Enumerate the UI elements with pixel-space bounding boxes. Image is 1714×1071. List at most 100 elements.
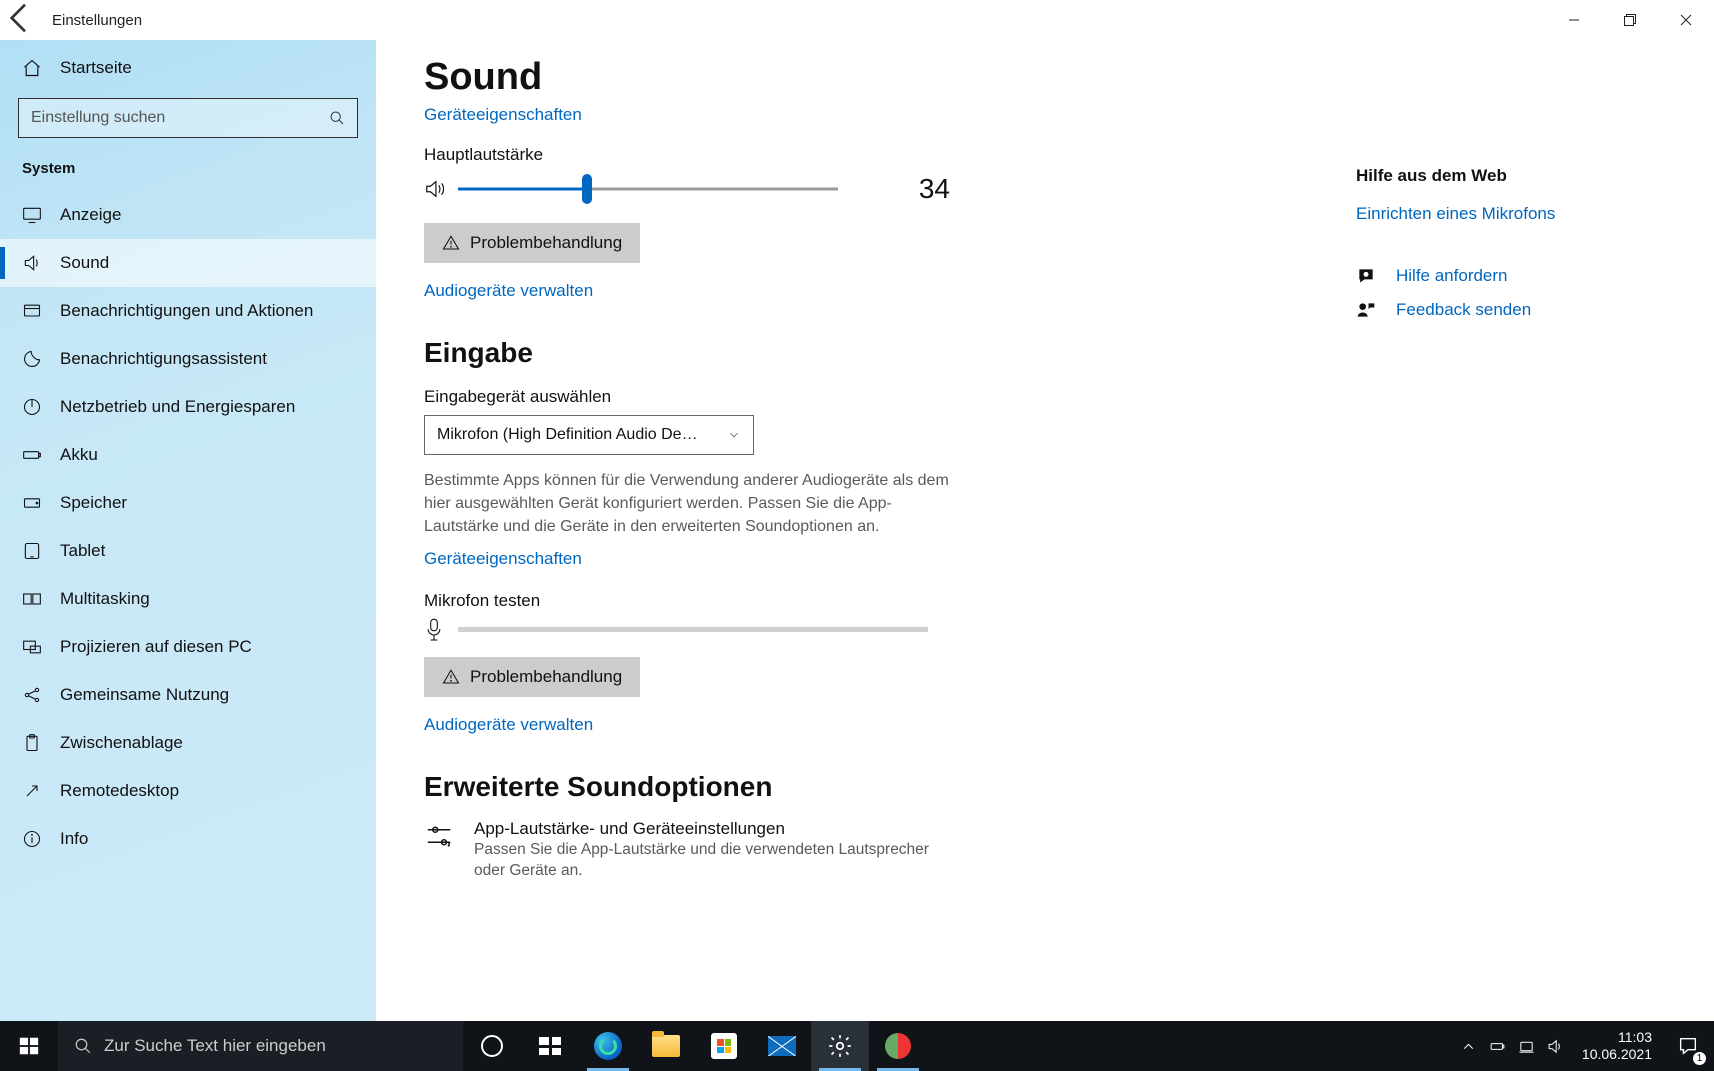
close-button[interactable] xyxy=(1658,0,1714,40)
sidebar-item-zwischenablage[interactable]: Zwischenablage xyxy=(0,719,376,767)
sidebar-search[interactable] xyxy=(18,98,358,138)
input-device-properties-link[interactable]: Geräteeigenschaften xyxy=(424,549,582,569)
edge-icon xyxy=(594,1032,622,1060)
input-description: Bestimmte Apps können für die Verwendung… xyxy=(424,469,954,539)
input-troubleshoot-button[interactable]: Problembehandlung xyxy=(424,657,640,697)
start-button[interactable] xyxy=(0,1021,58,1071)
sidebar-item-label: Akku xyxy=(60,445,98,465)
sidebar-item-benachrichtigungen[interactable]: Benachrichtigungen und Aktionen xyxy=(0,287,376,335)
info-icon xyxy=(22,829,42,849)
sidebar-item-akku[interactable]: Akku xyxy=(0,431,376,479)
window-title: Einstellungen xyxy=(40,12,142,29)
sidebar-item-multitasking[interactable]: Multitasking xyxy=(0,575,376,623)
titlebar: Einstellungen xyxy=(0,0,1714,40)
sidebar: Startseite System Anzeige Sound Benachri… xyxy=(0,40,376,1021)
sidebar-item-projizieren[interactable]: Projizieren auf diesen PC xyxy=(0,623,376,671)
sidebar-item-benachrichtigungsassistent[interactable]: Benachrichtigungsassistent xyxy=(0,335,376,383)
chevron-up-icon xyxy=(1460,1038,1477,1055)
sidebar-item-speicher[interactable]: Speicher xyxy=(0,479,376,527)
input-heading: Eingabe xyxy=(424,337,1666,369)
taskbar-app-mail[interactable] xyxy=(753,1021,811,1071)
cortana-icon xyxy=(481,1035,503,1057)
manage-input-devices-link[interactable]: Audiogeräte verwalten xyxy=(424,715,593,735)
battery-icon xyxy=(22,445,42,465)
storage-icon xyxy=(22,493,42,513)
taskbar-app-store[interactable] xyxy=(695,1021,753,1071)
master-volume-value: 34 xyxy=(910,173,950,205)
minimize-button[interactable] xyxy=(1546,0,1602,40)
windows-icon xyxy=(18,1035,40,1057)
ccleaner-icon xyxy=(885,1033,911,1059)
multitasking-icon xyxy=(22,589,42,609)
mic-test-label: Mikrofon testen xyxy=(424,591,1666,611)
manage-output-devices-link[interactable]: Audiogeräte verwalten xyxy=(424,281,593,301)
input-device-select[interactable]: Mikrofon (High Definition Audio De… xyxy=(424,415,754,455)
get-help-icon xyxy=(1356,266,1376,286)
sidebar-item-label: Info xyxy=(60,829,88,849)
back-button[interactable] xyxy=(0,0,40,43)
sliders-icon xyxy=(424,821,454,851)
taskbar-app-ccleaner[interactable] xyxy=(869,1021,927,1071)
sidebar-item-label: Anzeige xyxy=(60,205,121,225)
tablet-icon xyxy=(22,541,42,561)
input-device-selected: Mikrofon (High Definition Audio De… xyxy=(437,426,698,444)
app-volume-settings-item[interactable]: App-Lautstärke- und Geräteeinstellungen … xyxy=(424,819,964,882)
taskbar-time: 11:03 xyxy=(1582,1029,1652,1046)
master-volume-slider[interactable] xyxy=(458,175,838,203)
task-view-button[interactable] xyxy=(521,1021,579,1071)
taskbar-search[interactable]: Zur Suche Text hier eingeben xyxy=(58,1021,463,1071)
search-icon xyxy=(74,1037,92,1055)
remote-icon xyxy=(22,781,42,801)
focus-assist-icon xyxy=(22,349,42,369)
device-properties-link[interactable]: Geräteeigenschaften xyxy=(424,105,582,125)
tray-network-icon xyxy=(1518,1038,1535,1055)
master-volume-label: Hauptlautstärke xyxy=(424,145,1666,165)
sidebar-home-label: Startseite xyxy=(60,58,132,78)
sidebar-item-label: Remotedesktop xyxy=(60,781,179,801)
taskbar-clock[interactable]: 11:03 10.06.2021 xyxy=(1572,1029,1662,1063)
get-help-link[interactable]: Hilfe anfordern xyxy=(1396,266,1508,286)
taskbar-app-settings[interactable] xyxy=(811,1021,869,1071)
taskbar-app-edge[interactable] xyxy=(579,1021,637,1071)
clipboard-icon xyxy=(22,733,42,753)
gear-icon xyxy=(827,1033,853,1059)
tray-volume-icon xyxy=(1547,1038,1564,1055)
project-icon xyxy=(22,637,42,657)
advanced-item-title: App-Lautstärke- und Geräteeinstellungen xyxy=(474,819,964,839)
sound-icon xyxy=(22,253,42,273)
taskbar-date: 10.06.2021 xyxy=(1582,1046,1652,1063)
web-help-heading: Hilfe aus dem Web xyxy=(1356,166,1666,186)
mic-level-bar xyxy=(458,627,928,632)
search-icon xyxy=(329,110,345,126)
taskbar: Zur Suche Text hier eingeben 11:03 10.06… xyxy=(0,1021,1714,1071)
sidebar-item-label: Benachrichtigungsassistent xyxy=(60,349,267,369)
sidebar-item-netzbetrieb[interactable]: Netzbetrieb und Energiesparen xyxy=(0,383,376,431)
help-column: Hilfe aus dem Web Einrichten eines Mikro… xyxy=(1356,166,1666,334)
output-troubleshoot-button[interactable]: Problembehandlung xyxy=(424,223,640,263)
sidebar-item-info[interactable]: Info xyxy=(0,815,376,863)
notifications-icon xyxy=(22,301,42,321)
system-tray[interactable] xyxy=(1452,1038,1572,1055)
sidebar-home[interactable]: Startseite xyxy=(0,40,376,88)
setup-microphone-link[interactable]: Einrichten eines Mikrofons xyxy=(1356,204,1666,224)
taskbar-search-placeholder: Zur Suche Text hier eingeben xyxy=(104,1036,326,1056)
sidebar-item-label: Multitasking xyxy=(60,589,150,609)
sidebar-item-remotedesktop[interactable]: Remotedesktop xyxy=(0,767,376,815)
sidebar-item-gemeinsame-nutzung[interactable]: Gemeinsame Nutzung xyxy=(0,671,376,719)
microphone-icon xyxy=(424,617,444,643)
feedback-icon xyxy=(1356,300,1376,320)
sidebar-search-input[interactable] xyxy=(31,109,329,127)
sidebar-item-anzeige[interactable]: Anzeige xyxy=(0,191,376,239)
sidebar-item-tablet[interactable]: Tablet xyxy=(0,527,376,575)
feedback-link[interactable]: Feedback senden xyxy=(1396,300,1531,320)
sidebar-item-label: Tablet xyxy=(60,541,105,561)
taskbar-app-explorer[interactable] xyxy=(637,1021,695,1071)
sidebar-item-sound[interactable]: Sound xyxy=(0,239,376,287)
display-icon xyxy=(22,205,42,225)
maximize-button[interactable] xyxy=(1602,0,1658,40)
chevron-down-icon xyxy=(727,428,741,442)
cortana-button[interactable] xyxy=(463,1021,521,1071)
action-center-button[interactable]: 1 xyxy=(1662,1021,1714,1071)
warning-icon xyxy=(442,668,460,686)
notification-badge: 1 xyxy=(1693,1052,1706,1065)
